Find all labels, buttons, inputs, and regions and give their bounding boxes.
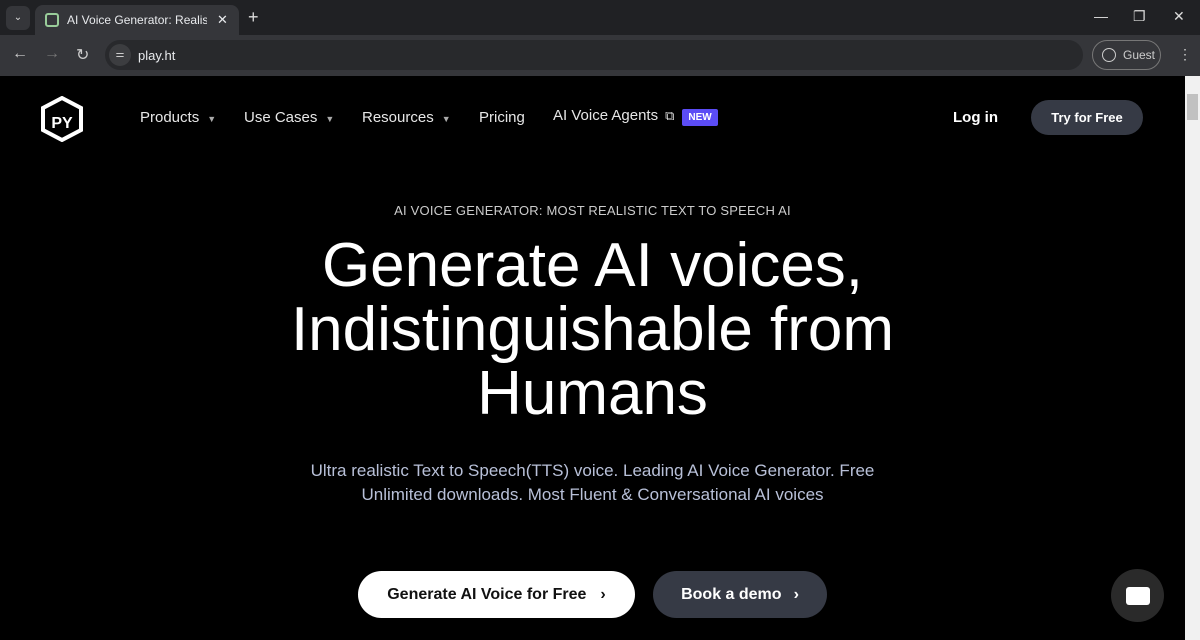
close-window-button[interactable]: ✕ bbox=[1173, 8, 1185, 25]
scrollbar[interactable] bbox=[1185, 76, 1200, 640]
reload-button[interactable]: ↻ bbox=[76, 45, 89, 65]
external-link-icon: ⧉ bbox=[665, 108, 675, 123]
restore-button[interactable]: ❐ bbox=[1133, 8, 1146, 25]
back-button[interactable]: ← bbox=[12, 45, 28, 63]
site-info-icon[interactable]: ⚌ bbox=[109, 44, 131, 66]
profile-label: Guest bbox=[1123, 48, 1156, 62]
try-for-free-button[interactable]: Try for Free bbox=[1031, 100, 1143, 135]
chat-icon bbox=[1125, 586, 1150, 605]
generate-voice-button[interactable]: Generate AI Voice for Free › bbox=[358, 571, 635, 618]
nav-use-cases[interactable]: Use Cases ▼ bbox=[244, 109, 334, 126]
scrollbar-thumb[interactable] bbox=[1187, 94, 1198, 120]
profile-button[interactable]: Guest bbox=[1092, 40, 1161, 70]
nav-products[interactable]: Products ▼ bbox=[140, 109, 216, 126]
close-tab-icon[interactable]: ✕ bbox=[217, 12, 228, 28]
nav-resources[interactable]: Resources ▼ bbox=[362, 109, 451, 126]
book-demo-button[interactable]: Book a demo › bbox=[653, 571, 827, 618]
page: PY Products ▼ Use Cases ▼ Resources ▼ Prici… bbox=[0, 76, 1185, 640]
caret-down-icon: ▼ bbox=[207, 114, 217, 124]
forward-button[interactable]: → bbox=[44, 45, 60, 63]
tab-search-button[interactable]: ⌄ bbox=[6, 6, 30, 30]
chevron-right-icon: › bbox=[793, 586, 799, 603]
new-tab-button[interactable]: + bbox=[248, 7, 259, 28]
tab-title: AI Voice Generator: Realistic Text to Sp… bbox=[67, 13, 207, 27]
hero-title: Generate AI voices, Indistinguishable fro… bbox=[290, 231, 895, 428]
profile-icon bbox=[1102, 48, 1116, 62]
hero-eyebrow: AI VOICE GENERATOR: MOST REALISTIC TEXT … bbox=[394, 203, 791, 218]
caret-down-icon: ▼ bbox=[441, 114, 451, 124]
caret-down-icon: ▼ bbox=[325, 114, 335, 124]
svg-text:PY: PY bbox=[51, 115, 73, 132]
nav-pricing[interactable]: Pricing bbox=[479, 109, 525, 126]
browser-tab[interactable]: AI Voice Generator: Realistic Text to Sp… bbox=[35, 5, 239, 35]
playht-logo[interactable]: PY bbox=[41, 96, 83, 142]
favicon-icon bbox=[45, 13, 59, 27]
minimize-button[interactable]: — bbox=[1094, 8, 1108, 24]
new-badge: NEW bbox=[682, 109, 718, 126]
browser-toolbar: ← → ↻ ⚌ play.ht Guest ⋮ bbox=[0, 35, 1200, 76]
login-link[interactable]: Log in bbox=[953, 109, 998, 126]
url-text[interactable]: play.ht bbox=[138, 48, 175, 63]
tab-strip: ⌄ AI Voice Generator: Realistic Text to … bbox=[0, 0, 1200, 35]
address-bar[interactable]: ⚌ play.ht bbox=[105, 40, 1083, 70]
chevron-right-icon: › bbox=[600, 586, 606, 603]
hero-subtitle: Ultra realistic Text to Speech(TTS) voic… bbox=[310, 461, 875, 504]
nav-ai-voice-agents[interactable]: AI Voice Agents ⧉ NEW bbox=[553, 107, 718, 126]
chat-widget-button[interactable] bbox=[1111, 569, 1164, 622]
browser-menu-icon[interactable]: ⋮ bbox=[1178, 46, 1192, 63]
